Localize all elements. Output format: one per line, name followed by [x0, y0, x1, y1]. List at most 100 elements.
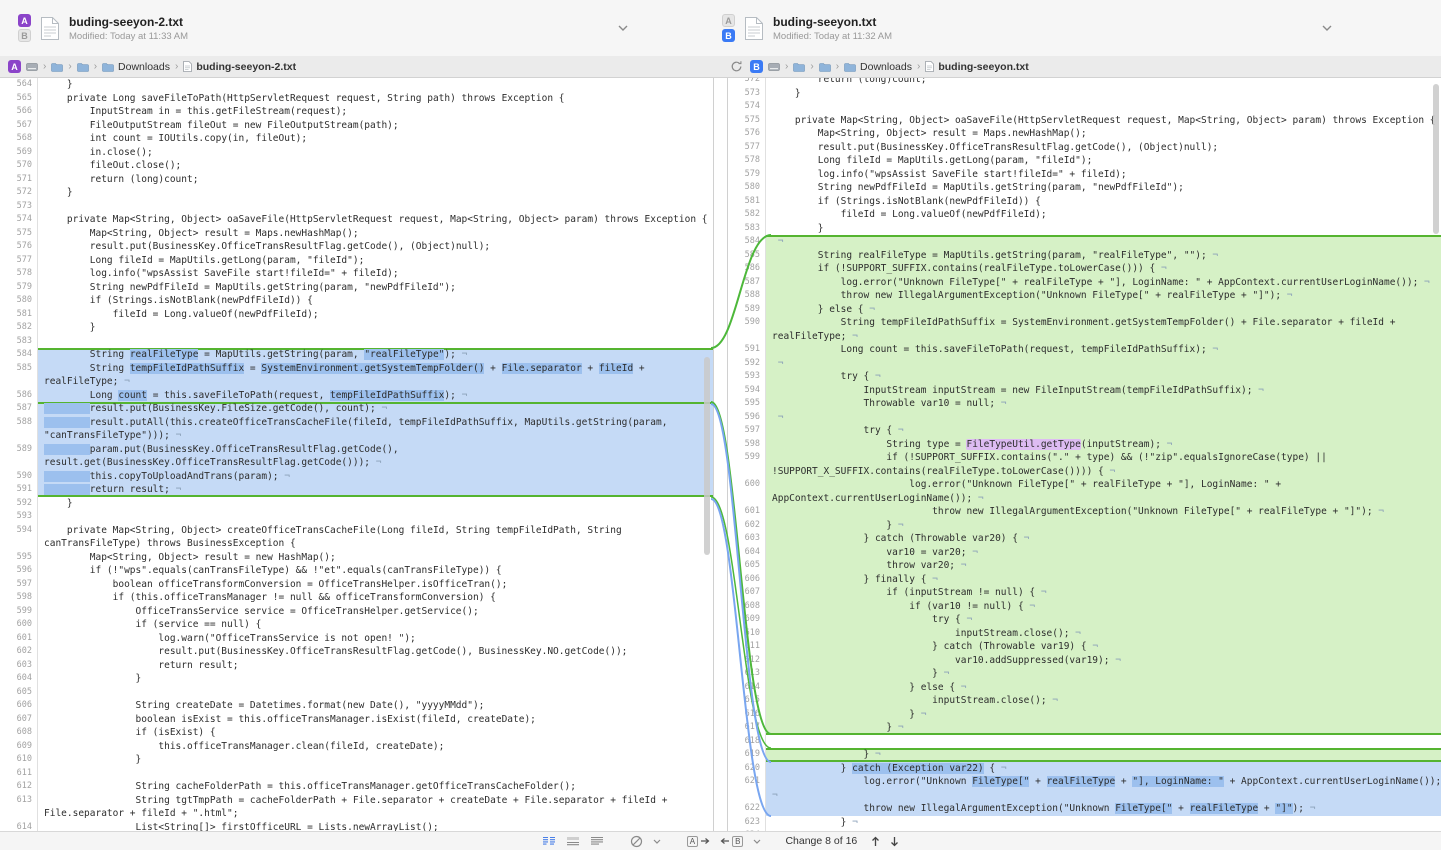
breadcrumb-item[interactable]: buding-seeyon-2.txt [183, 61, 296, 73]
code-line: 603 return result; [0, 659, 713, 673]
blocks-view-icon[interactable] [566, 836, 580, 847]
line-number: 587 [728, 276, 766, 290]
refresh-icon[interactable] [730, 60, 743, 73]
breadcrumb-item[interactable]: buding-seeyon.txt [925, 61, 1028, 73]
code-text: if (var10 != null) { ¬ [766, 600, 1441, 614]
line-number: 583 [0, 335, 38, 349]
code-text [38, 200, 713, 214]
right-pane-scrollbar[interactable] [1433, 84, 1439, 234]
breadcrumb-left: A›››Downloads›buding-seeyon-2.txt [8, 56, 296, 77]
code-line: 607 if (inputStream != null) { ¬ [728, 586, 1441, 600]
line-number: 577 [0, 254, 38, 268]
badge-a: A [18, 14, 31, 27]
breadcrumb-item[interactable]: Downloads [102, 61, 170, 73]
code-text: ¬ [766, 411, 1441, 425]
breadcrumb-label: buding-seeyon-2.txt [196, 61, 296, 73]
code-line: 606 } finally { ¬ [728, 573, 1441, 587]
line-number: 572 [0, 186, 38, 200]
previous-change-button[interactable] [871, 836, 880, 847]
code-line: 587 result.put(BusinessKey.FileSize.getC… [0, 402, 713, 416]
breadcrumb-separator: › [785, 61, 788, 72]
line-number: 588 [0, 416, 38, 443]
code-line: 594 private Map<String, Object> createOf… [0, 524, 713, 551]
code-text: Long count = this.saveFileToPath(request… [38, 389, 713, 403]
badge-a-inactive: A [722, 14, 735, 27]
breadcrumb-separator: › [836, 61, 839, 72]
code-text: inputStream.close(); ¬ [766, 694, 1441, 708]
file-a-selector[interactable]: A B buding-seeyon-2.txt Modified: Today … [8, 6, 638, 50]
code-text: Throwable var10 = null; ¬ [766, 397, 1441, 411]
folder-icon [77, 62, 89, 72]
code-text: private Map<String, Object> createOffice… [38, 524, 713, 551]
code-text: OfficeTransService service = OfficeTrans… [38, 605, 713, 619]
breadcrumb-separator: › [810, 61, 813, 72]
file-b-selector[interactable]: A B buding-seeyon.txt Modified: Today at… [712, 6, 1342, 50]
code-line: 601 log.warn("OfficeTransService is not … [0, 632, 713, 646]
code-line: 588 throw new IllegalArgumentException("… [728, 289, 1441, 303]
code-line: 608 if (var10 != null) { ¬ [728, 600, 1441, 614]
merge-a-to-b-button[interactable]: A [687, 836, 710, 847]
merge-b-to-a-button[interactable]: B [720, 836, 743, 847]
file-a-modified: Modified: Today at 11:33 AM [69, 31, 188, 42]
line-number: 607 [728, 586, 766, 600]
code-line: 592 } [0, 497, 713, 511]
line-number: 593 [0, 510, 38, 524]
code-line: 603 } catch (Throwable var20) { ¬ [728, 532, 1441, 546]
folder-icon [102, 62, 114, 72]
code-text: var10.addSuppressed(var19); ¬ [766, 654, 1441, 668]
code-text: throw new IllegalArgumentException("Unkn… [766, 505, 1441, 519]
code-line: 585 String realFileType = MapUtils.getSt… [728, 249, 1441, 263]
breadcrumb-item[interactable]: Downloads [844, 61, 912, 73]
diff-pane-left[interactable]: 564 }565 private Long saveFileToPath(Htt… [0, 78, 714, 832]
unified-view-icon[interactable] [590, 836, 604, 847]
line-number: 604 [728, 546, 766, 560]
code-text: log.error("Unknown FileType[" + realFile… [766, 775, 1441, 802]
code-text: if (this.officeTransManager != null && o… [38, 591, 713, 605]
code-line: 583 } [728, 222, 1441, 236]
code-line: 582 } [0, 321, 713, 335]
next-change-button[interactable] [890, 836, 899, 847]
line-number: 615 [728, 694, 766, 708]
code-line: 580 String newPdfFileId = MapUtils.getSt… [728, 181, 1441, 195]
code-line: 597 try { ¬ [728, 424, 1441, 438]
line-number: 601 [0, 632, 38, 646]
line-number: 568 [0, 132, 38, 146]
code-text [766, 735, 1441, 749]
line-number: 586 [0, 389, 38, 403]
code-text: this.copyToUploadAndTrans(param); ¬ [38, 470, 713, 484]
code-line: 581 fileId = Long.valueOf(newPdfFileId); [0, 308, 713, 322]
code-line: 584 ¬ [728, 235, 1441, 249]
code-text: throw var20; ¬ [766, 559, 1441, 573]
merge-chevron-icon[interactable] [753, 839, 761, 844]
code-line: 574 [728, 100, 1441, 114]
code-text: String cacheFolderPath = this.officeTran… [38, 780, 713, 794]
filter-chevron-icon[interactable] [653, 839, 661, 844]
line-number: 564 [0, 78, 38, 92]
line-number: 610 [0, 753, 38, 767]
code-line: 573 } [728, 87, 1441, 101]
line-number: 584 [0, 348, 38, 362]
line-number: 586 [728, 262, 766, 276]
code-text: } [38, 321, 713, 335]
code-text: String type = FileTypeUtil.getType(input… [766, 438, 1441, 452]
line-number: 579 [0, 281, 38, 295]
code-text: Long count = this.saveFileToPath(request… [766, 343, 1441, 357]
line-number: 583 [728, 222, 766, 236]
code-line: 613 String tgtTmpPath = cacheFolderPath … [0, 794, 713, 821]
code-text: return (long)count; [38, 173, 713, 187]
fluid-view-icon[interactable] [542, 836, 556, 847]
line-number: 565 [0, 92, 38, 106]
line-number: 579 [728, 168, 766, 182]
line-number: 585 [0, 362, 38, 389]
code-text: Long fileId = MapUtils.getLong(param, "f… [766, 154, 1441, 168]
code-line: 579 String newPdfFileId = MapUtils.getSt… [0, 281, 713, 295]
exclude-unchanged-icon[interactable] [630, 835, 643, 848]
breadcrumb-right: B›››Downloads›buding-seeyon.txt [730, 56, 1029, 77]
code-text: Map<String, Object> result = Maps.newHas… [766, 127, 1441, 141]
breadcrumb-separator: › [94, 61, 97, 72]
left-pane-scrollbar[interactable] [704, 357, 710, 555]
code-text: var10 = var20; ¬ [766, 546, 1441, 560]
diff-pane-right[interactable]: 572 return (long)count;573 }574575 priva… [727, 78, 1441, 832]
code-line: 594 InputStream inputStream = new FileIn… [728, 384, 1441, 398]
code-text: } [38, 78, 713, 92]
